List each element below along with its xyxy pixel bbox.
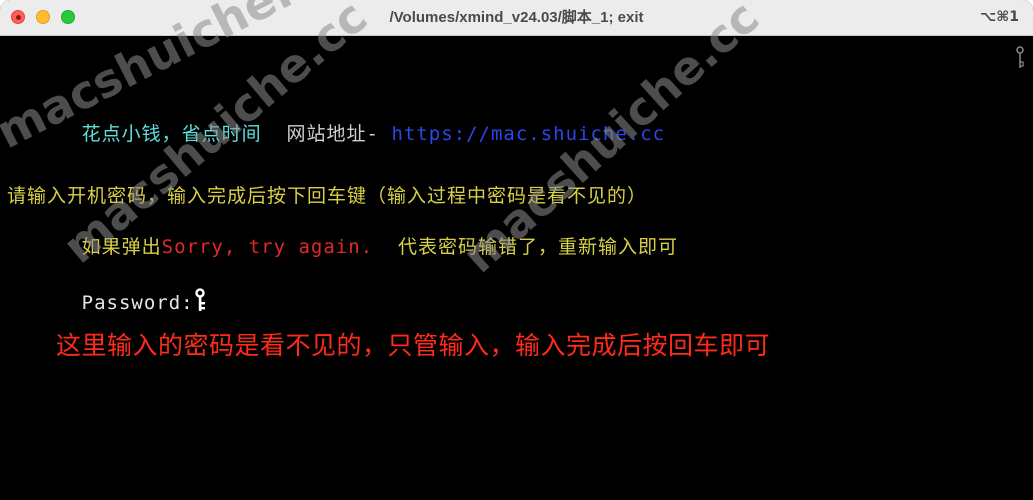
instruction-line: 请输入开机密码，输入完成后按下回车键（输入过程中密码是看不见的） [7,185,648,207]
key-icon [1016,46,1024,68]
terminal-content[interactable]: 花点小钱，省点时间 网站地址- https://mac.shuiche.cc 请… [0,0,1033,500]
header-line: 花点小钱，省点时间 网站地址- https://mac.shuiche.cc [7,97,665,168]
password-prompt: Password: [81,292,194,314]
error-message: Sorry, try again. [161,236,374,258]
site-label: 网站地址- [286,123,379,145]
title-bar[interactable]: /Volumes/xmind_v24.03/脚本_1; exit ⌥⌘1 [0,0,1033,36]
slogan-text: 花点小钱，省点时间 [81,123,262,145]
error-hint-suffix: 代表密码输错了，重新输入即可 [398,236,679,258]
window-title: /Volumes/xmind_v24.03/脚本_1; exit [389,9,644,26]
error-hint-prefix: 如果弹出 [81,236,162,258]
site-url-link[interactable]: https://mac.shuiche.cc [391,123,665,145]
window-shortcut: ⌥⌘1 [980,9,1019,25]
key-icon [194,288,205,311]
terminal-window: /Volumes/xmind_v24.03/脚本_1; exit ⌥⌘1 花点小… [0,0,1033,500]
annotation-note: 这里输入的密码是看不见的，只管输入，输入完成后按回车即可 [56,331,771,360]
